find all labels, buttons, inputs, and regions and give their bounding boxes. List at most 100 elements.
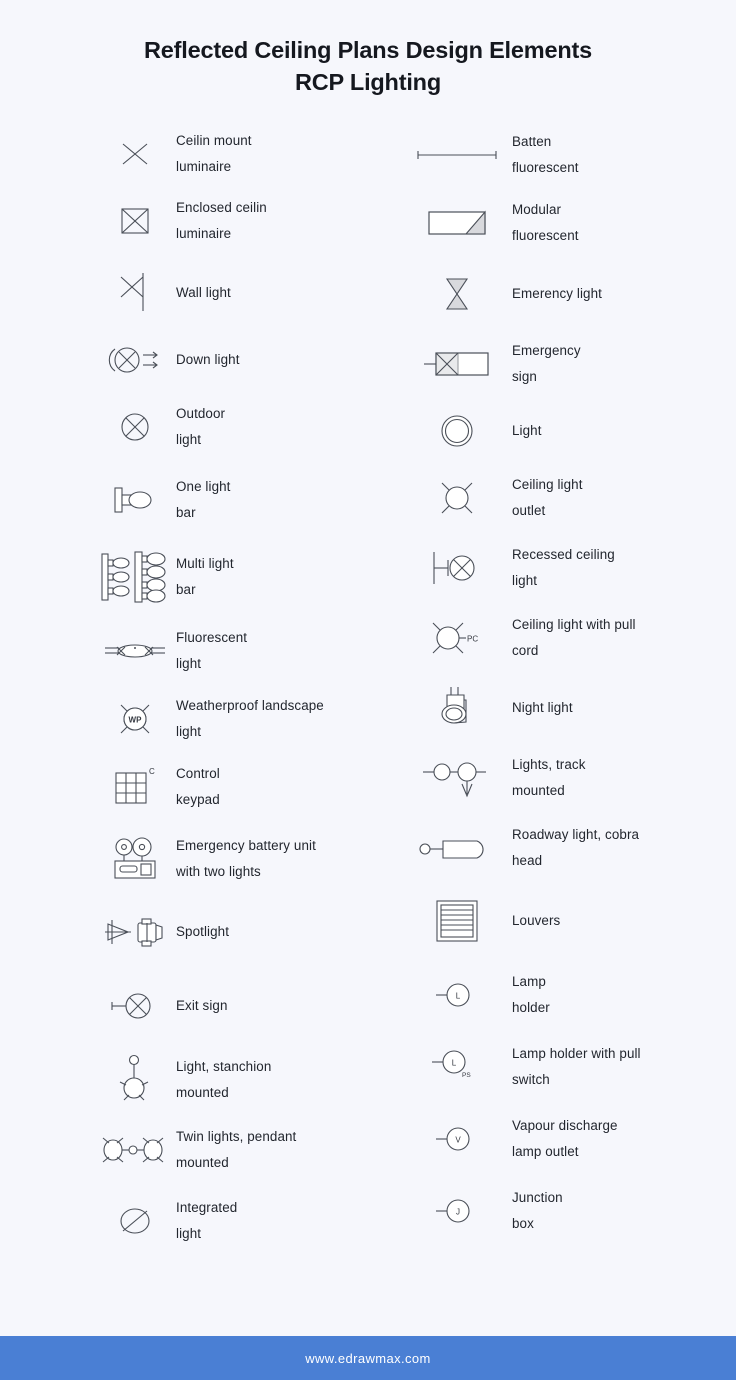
legend-item-label: Down light [176, 351, 240, 367]
legend-item: Twin lights, pendant mounted [98, 1115, 416, 1185]
footer-bar: www.edrawmax.com [0, 1336, 736, 1380]
outdoor-light-icon [98, 401, 172, 453]
legend-item: Roadway light, cobra head [416, 813, 736, 883]
legend-item-label: Light [512, 422, 542, 438]
legend-item: Light [416, 399, 736, 463]
legend-item: Outdoor light [98, 391, 416, 463]
legend-item: Light, stanchion mounted [98, 1045, 416, 1115]
symbol-text: L [452, 1058, 457, 1067]
lights-track-mounted-icon [416, 752, 498, 804]
legend-item-label: Junction box [512, 1189, 563, 1231]
legend-item-label: Emergency sign [512, 342, 581, 384]
vapour-discharge-lamp-outlet-icon: V [416, 1113, 498, 1165]
legend-item: Down light [98, 329, 416, 391]
one-light-bar-icon [98, 474, 172, 526]
junction-box-icon: J [416, 1185, 498, 1237]
legend-item: Batten fluorescent [416, 123, 736, 187]
weatherproof-landscape-light-icon: WP [98, 693, 172, 745]
legend-item: Louvers [416, 883, 736, 959]
legend-item: J Junction box [416, 1175, 736, 1247]
legend-item-label: Light, stanchion mounted [176, 1058, 272, 1100]
legend-item: Enclosed ceilin luminaire [98, 185, 416, 257]
legend-item: Spotlight [98, 897, 416, 967]
legend-item-label: Emerency light [512, 285, 602, 301]
emergency-battery-unit-icon [98, 833, 172, 885]
page-root: Reflected Ceiling Plans Design Elements … [0, 0, 736, 1380]
emergency-sign-icon [416, 338, 498, 390]
legend-item-label: Control keypad [176, 765, 220, 807]
spotlight-icon [98, 906, 172, 958]
symbol-text-secondary: PS [462, 1072, 471, 1079]
lamp-holder-icon: L [416, 969, 498, 1021]
night-light-icon [416, 682, 498, 734]
legend-item-label: Recessed ceiling light [512, 546, 615, 588]
multi-light-bar-icon [98, 551, 172, 603]
legend-item: WP Weatherproof landscape light [98, 685, 416, 753]
down-light-icon [98, 334, 172, 386]
legend-item-label: Batten fluorescent [512, 133, 579, 175]
page-title-line-1: Reflected Ceiling Plans Design Elements [144, 37, 592, 63]
roadway-light-cobra-head-icon [416, 822, 498, 874]
legend-item-label: Weatherproof landscape light [176, 697, 324, 739]
legend-item-label: Outdoor light [176, 405, 226, 447]
symbol-text: WP [129, 715, 143, 724]
symbol-text: V [455, 1135, 461, 1144]
page-title-line-2: RCP Lighting [295, 69, 441, 96]
legend-item-label: Twin lights, pendant mounted [176, 1128, 297, 1170]
legend-item-label: Exit sign [176, 997, 228, 1013]
legend-item-label: Night light [512, 699, 573, 715]
batten-fluorescent-icon [416, 129, 498, 181]
modular-fluorescent-icon [416, 197, 498, 249]
legend-item: Ceiling light outlet [416, 463, 736, 533]
legend-item-label: Multi light bar [176, 555, 234, 597]
legend-item-label: Ceiling light with pull cord [512, 616, 636, 658]
twin-lights-pendant-mounted-icon [98, 1124, 172, 1176]
legend-item-label: Lamp holder [512, 973, 550, 1015]
legend-item-label: Spotlight [176, 923, 230, 939]
legend-item-label: Roadway light, cobra head [512, 826, 640, 868]
legend-item-label: Lights, track mounted [512, 756, 586, 798]
legend-item: PC Ceiling light with pull cord [416, 603, 736, 673]
emergency-light-icon [416, 268, 498, 320]
legend-item-label: Vapour discharge lamp outlet [512, 1117, 618, 1159]
legend-item: Emergency battery unit with two lights [98, 821, 416, 897]
footer-url[interactable]: www.edrawmax.com [305, 1351, 431, 1366]
legend-item: Integrated light [98, 1185, 416, 1257]
legend-item: Exit sign [98, 967, 416, 1045]
legend-item-label: Enclosed ceilin luminaire [176, 199, 267, 241]
legend-item-label: Fluorescent light [176, 629, 248, 671]
legend-item: Modular fluorescent [416, 187, 736, 259]
ceiling-mount-luminaire-icon [98, 128, 172, 180]
enclosed-ceiling-luminaire-icon [98, 195, 172, 247]
legend-item-label: Ceiling light outlet [512, 476, 583, 518]
legend-item-label: Wall light [176, 284, 231, 300]
symbol-text: L [456, 991, 461, 1000]
page-header: Reflected Ceiling Plans Design Elements … [0, 0, 736, 99]
legend-item: L Lamp holder [416, 959, 736, 1031]
legend-item-label: One light bar [176, 478, 231, 520]
wall-light-icon [98, 267, 172, 319]
recessed-ceiling-light-icon [416, 542, 498, 594]
legend-item-label: Ceilin mount luminaire [176, 132, 252, 174]
symbol-text: C [149, 767, 155, 776]
legend-item: Lights, track mounted [416, 743, 736, 813]
legend-item: Multi light bar [98, 537, 416, 617]
legend-item: L PS Lamp holder with pull switch [416, 1031, 736, 1103]
legend-item-label: Modular fluorescent [512, 201, 579, 243]
light-stanchion-mounted-icon [98, 1054, 172, 1106]
legend-item-label: Emergency battery unit with two lights [176, 837, 316, 879]
legend-item: Ceilin mount luminaire [98, 123, 416, 185]
legend-item: One light bar [98, 463, 416, 537]
legend-item: Fluorescent light [98, 617, 416, 685]
legend-item: C Control keypad [98, 753, 416, 821]
light-icon [416, 405, 498, 457]
legend-grid: Ceilin mount luminaire Enclosed ceilin lum… [0, 99, 736, 1380]
lamp-holder-with-pull-switch-icon: L PS [416, 1041, 498, 1093]
symbol-text: J [456, 1207, 460, 1216]
fluorescent-light-icon [98, 625, 172, 677]
exit-sign-icon [98, 980, 172, 1032]
integrated-light-icon [98, 1195, 172, 1247]
legend-item: Emergency sign [416, 329, 736, 399]
legend-item-label: Louvers [512, 912, 561, 928]
ceiling-light-with-pull-cord-icon: PC [416, 612, 498, 664]
